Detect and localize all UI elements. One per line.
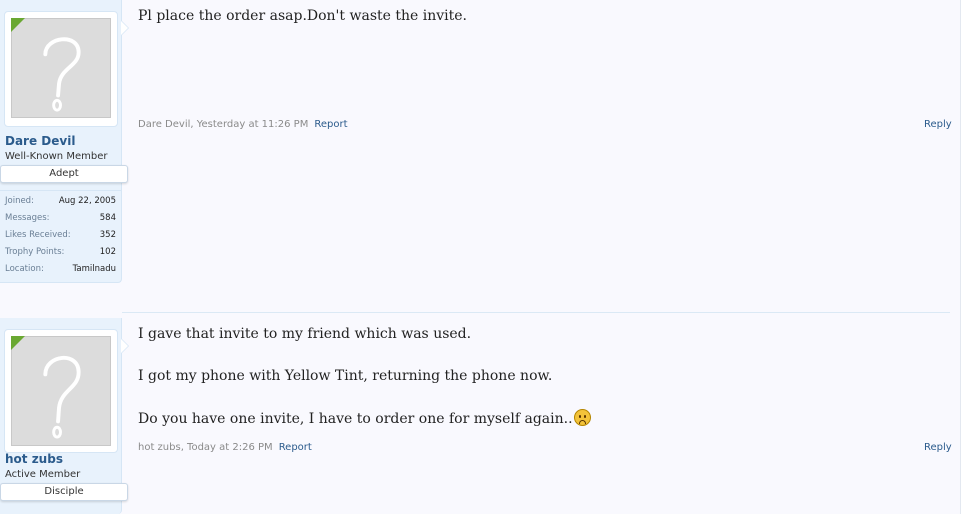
avatar[interactable]: [4, 11, 118, 127]
post-divider: [122, 312, 950, 313]
message-meta: Dare Devil, Yesterday at 11:26 PM Report: [138, 119, 348, 130]
report-link[interactable]: Report: [279, 442, 312, 453]
message-line: I got my phone with Yellow Tint, returni…: [138, 368, 553, 384]
username-link[interactable]: hot zubs: [5, 452, 63, 466]
stat-location: Location: Tamilnadu: [5, 264, 116, 274]
sad-face-icon: [573, 409, 591, 426]
message-meta: hot zubs, Today at 2:26 PM Report: [138, 442, 312, 453]
user-title: Active Member: [5, 469, 81, 480]
post: hot zubs Active Member Disciple I gave t…: [0, 318, 960, 514]
default-avatar-image: [11, 336, 111, 446]
user-info-panel: hot zubs Active Member Disciple: [0, 318, 129, 514]
avatar[interactable]: [4, 329, 118, 453]
location-link[interactable]: Tamilnadu: [73, 264, 116, 274]
message-text: Pl place the order asap.Don't waste the …: [138, 8, 467, 24]
message-line-with-emoji: Do you have one invite, I have to order …: [138, 409, 591, 427]
user-info-panel: Dare Devil Well-Known Member Adept Joine…: [0, 0, 129, 283]
stat-trophy-points: Trophy Points: 102: [5, 247, 116, 257]
user-banner: Adept: [0, 165, 128, 183]
trophy-points-link[interactable]: 102: [100, 247, 116, 257]
author-timestamp[interactable]: hot zubs, Today at 2:26 PM: [138, 442, 273, 453]
post: Dare Devil Well-Known Member Adept Joine…: [0, 0, 960, 300]
default-avatar-image: [11, 18, 111, 118]
user-banner: Disciple: [0, 483, 128, 501]
reply-link[interactable]: Reply: [924, 442, 952, 453]
question-mark-icon: [43, 37, 81, 112]
question-mark-icon: [43, 355, 81, 439]
user-stats: Joined: Aug 22, 2005 Messages: 584 Likes…: [0, 190, 122, 276]
user-title: Well-Known Member: [5, 151, 108, 162]
messages-count-link[interactable]: 584: [100, 213, 116, 223]
stat-likes: Likes Received: 352: [5, 230, 116, 240]
staff-corner-badge: [11, 336, 25, 350]
stat-messages: Messages: 584: [5, 213, 116, 223]
reply-link[interactable]: Reply: [924, 119, 952, 130]
message-line: I gave that invite to my friend which wa…: [138, 326, 472, 342]
report-link[interactable]: Report: [314, 119, 347, 130]
username-link[interactable]: Dare Devil: [5, 134, 75, 148]
page-right-edge: [960, 0, 974, 514]
stat-joined: Joined: Aug 22, 2005: [5, 196, 116, 206]
staff-corner-badge: [11, 18, 25, 32]
author-timestamp[interactable]: Dare Devil, Yesterday at 11:26 PM: [138, 119, 308, 130]
